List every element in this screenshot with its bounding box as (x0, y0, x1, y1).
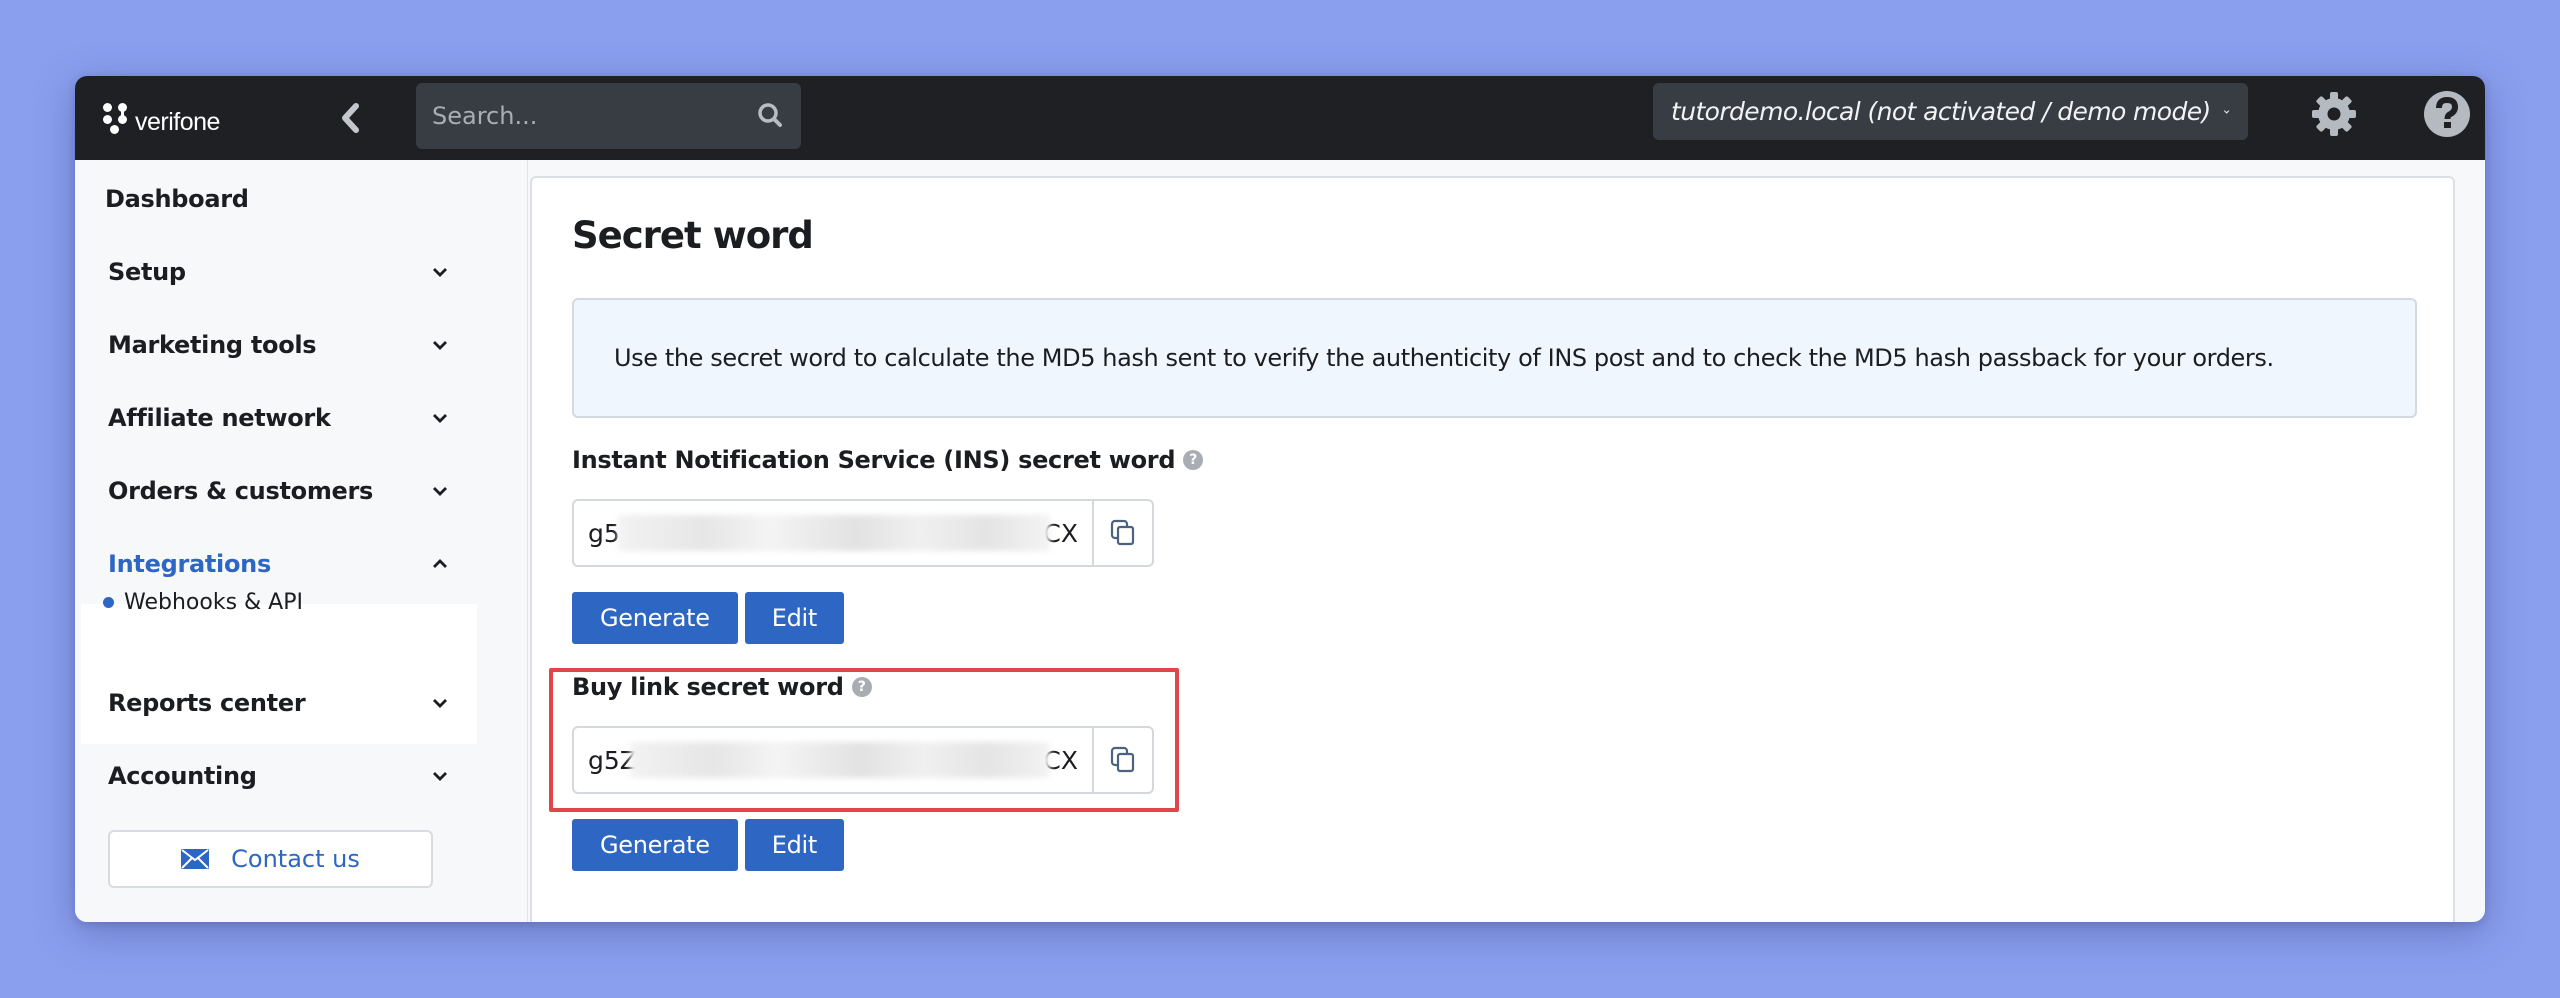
sidebar-item-dashboard[interactable]: Dashboard (75, 174, 475, 224)
sidebar-item-reports-center[interactable]: Reports center (75, 678, 475, 728)
obscured-value (618, 515, 1050, 551)
buy-link-secret-word-label: Buy link secret word ? (572, 673, 872, 701)
buy-link-edit-button[interactable]: Edit (744, 819, 844, 871)
copy-buy-link-secret-button[interactable] (1094, 728, 1152, 792)
buy-link-secret-word-field[interactable]: g5Z dCX (572, 726, 1154, 794)
collapse-sidebar-button[interactable] (330, 98, 370, 138)
chevron-down-icon (2223, 109, 2230, 114)
search-input[interactable] (432, 102, 757, 130)
copy-icon (1110, 746, 1135, 773)
chevron-down-icon (433, 487, 447, 496)
page-title: Secret word (572, 214, 814, 257)
question-circle-icon (2424, 91, 2470, 137)
chevron-down-icon (433, 699, 447, 708)
sidebar-subitem-webhooks-api[interactable]: Webhooks & API (103, 582, 303, 622)
chevron-left-icon (342, 103, 359, 133)
verifone-logo-mark-icon (101, 101, 129, 135)
sidebar: Dashboard Setup Marketing tools Affiliat… (75, 160, 528, 922)
obscured-value (630, 742, 1050, 778)
logo-text: verifone (135, 107, 220, 136)
top-navigation-bar: verifone tutordemo.local (not activated … (75, 76, 2485, 160)
help-tooltip-icon[interactable]: ? (1183, 450, 1204, 470)
chevron-down-icon (433, 268, 447, 277)
ins-secret-word-field[interactable]: g5 CX (572, 499, 1154, 567)
ins-actions: Generate Edit (572, 592, 844, 644)
sidebar-item-setup[interactable]: Setup (75, 247, 475, 297)
envelope-icon (181, 849, 210, 869)
help-button[interactable] (2421, 88, 2473, 140)
chevron-down-icon (433, 341, 447, 350)
chevron-down-icon (433, 414, 447, 423)
active-indicator-dot (103, 596, 114, 608)
buy-link-generate-button[interactable]: Generate (572, 819, 738, 871)
secret-word-panel: Secret word Use the secret word to calcu… (530, 176, 2455, 922)
settings-button[interactable] (2308, 88, 2360, 140)
ins-edit-button[interactable]: Edit (744, 592, 844, 644)
help-tooltip-icon[interactable]: ? (851, 677, 872, 697)
ins-secret-word-value[interactable]: g5 CX (574, 501, 1094, 565)
sidebar-item-affiliate-network[interactable]: Affiliate network (75, 393, 475, 443)
info-message: Use the secret word to calculate the MD5… (572, 298, 2417, 418)
buy-link-secret-word-value[interactable]: g5Z dCX (574, 728, 1094, 792)
info-text: Use the secret word to calculate the MD5… (614, 344, 2274, 372)
chevron-up-icon (433, 559, 447, 568)
search-box[interactable] (416, 83, 801, 149)
account-selector-dropdown[interactable]: tutordemo.local (not activated / demo mo… (1653, 83, 2248, 140)
sidebar-item-orders-customers[interactable]: Orders & customers (75, 466, 475, 516)
copy-ins-secret-button[interactable] (1094, 501, 1152, 565)
sidebar-item-accounting[interactable]: Accounting (75, 751, 475, 801)
buy-link-actions: Generate Edit (572, 819, 844, 871)
account-selector-label: tutordemo.local (not activated / demo mo… (1671, 97, 2211, 126)
contact-us-button[interactable]: Contact us (108, 830, 433, 888)
app-window: verifone tutordemo.local (not activated … (75, 76, 2485, 922)
ins-generate-button[interactable]: Generate (572, 592, 738, 644)
gear-icon (2312, 92, 2356, 136)
ins-secret-word-label: Instant Notification Service (INS) secre… (572, 446, 1204, 474)
sidebar-item-marketing-tools[interactable]: Marketing tools (75, 320, 475, 370)
search-icon[interactable] (757, 102, 785, 130)
copy-icon (1110, 519, 1135, 546)
verifone-logo[interactable]: verifone (101, 98, 220, 138)
chevron-down-icon (433, 772, 447, 781)
